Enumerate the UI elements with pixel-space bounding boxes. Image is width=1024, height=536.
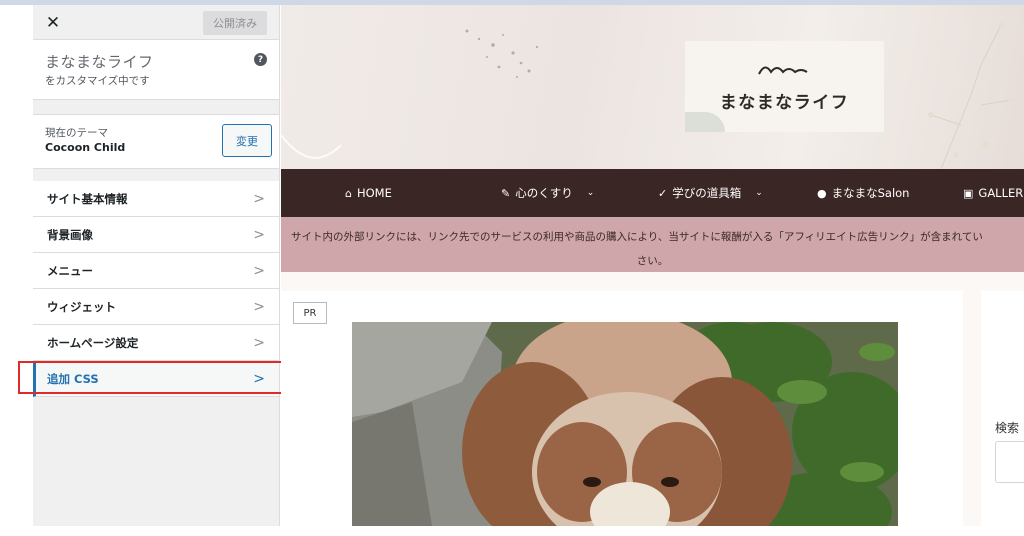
chevron-right-icon: > — [253, 262, 265, 279]
section-additional-css[interactable]: 追加 CSS > — [33, 361, 279, 397]
dog-photo — [352, 322, 898, 526]
left-margin — [0, 5, 33, 536]
nav-item-manabi[interactable]: ✓ 学びの道具箱 ⌄ — [658, 169, 763, 217]
home-icon: ⌂ — [345, 186, 352, 200]
theme-name: Cocoon Child — [45, 141, 126, 154]
section-label: サイト基本情報 — [47, 191, 128, 206]
chevron-down-icon: ⌄ — [586, 188, 595, 198]
panel-spacer — [33, 169, 279, 181]
sidebar: 検索 — [981, 291, 1024, 526]
search-input[interactable] — [995, 441, 1024, 483]
site-header: まなまなライフ — [281, 5, 1024, 169]
section-label: ホームページ設定 — [47, 335, 139, 350]
nav-label: 学びの道具箱 — [672, 186, 742, 200]
section-label: 背景画像 — [47, 227, 93, 242]
logo-decoration — [685, 112, 725, 132]
section-menus[interactable]: メニュー > — [33, 253, 279, 289]
pr-badge: PR — [293, 302, 327, 324]
magic-wand-icon: ✎ — [501, 186, 511, 200]
section-label: メニュー — [47, 263, 93, 278]
bottom-margin — [33, 526, 1024, 536]
image-icon: ▣ — [963, 186, 974, 200]
chevron-down-icon: ⌄ — [755, 188, 763, 198]
nav-label: HOME — [356, 186, 392, 200]
global-nav: ⌂ HOME ✎ 心のくすり ⌄ ✓ 学びの道具箱 ⌄ ● まなまなSalon … — [281, 169, 1024, 217]
nav-item-home[interactable]: ⌂ HOME — [345, 169, 392, 217]
nav-label: GALLER — [978, 186, 1024, 200]
section-background-image[interactable]: 背景画像 > — [33, 217, 279, 253]
site-title: まなまなライフ — [45, 53, 154, 71]
notice-text: サイト内の外部リンクには、リンク先でのサービスの利用や商品の購入により、当サイト… — [291, 231, 983, 243]
users-icon: ● — [817, 186, 827, 200]
search-widget-title: 検索 — [995, 421, 1020, 435]
customizing-text: をカスタマイズ中です — [45, 75, 150, 87]
chevron-right-icon: > — [253, 298, 265, 315]
section-label: 追加 CSS — [47, 371, 99, 386]
header-decoration — [281, 22, 1014, 169]
panel-spacer — [33, 100, 279, 114]
logo-mountain-icon — [757, 66, 808, 75]
theme-label: 現在のテーマ — [45, 127, 108, 139]
notice-text-continued: さい。 — [636, 255, 669, 267]
post-card: PR — [281, 291, 963, 526]
section-widgets[interactable]: ウィジェット > — [33, 289, 279, 325]
chevron-right-icon: > — [253, 370, 265, 387]
chevron-right-icon: > — [253, 190, 265, 207]
affiliate-notice: サイト内の外部リンクには、リンク先でのサービスの利用や商品の購入により、当サイト… — [281, 217, 1024, 272]
panel-header: ✕ 公開済み — [33, 5, 279, 40]
nav-item-gallery[interactable]: ▣ GALLER — [963, 169, 1023, 217]
nav-label: 心のくすり — [515, 186, 573, 200]
section-site-identity[interactable]: サイト基本情報 > — [33, 181, 279, 217]
logo-text: まなまなライフ — [719, 93, 850, 113]
customizer-panel: ✕ 公開済み まなまなライフ をカスタマイズ中です ? 現在のテーマ Cocoo… — [33, 5, 280, 526]
nav-label: まなまなSalon — [831, 186, 910, 200]
chevron-right-icon: > — [253, 334, 265, 351]
nav-item-kokoro[interactable]: ✎ 心のくすり ⌄ — [501, 169, 594, 217]
wrench-icon: ✓ — [658, 186, 668, 200]
site-logo[interactable]: まなまなライフ — [685, 41, 884, 132]
site-preview: まなまなライフ ⌂ HOME ✎ 心のくすり ⌄ ✓ 学びの道具箱 ⌄ ● まな… — [281, 5, 1024, 526]
panel-info: まなまなライフ をカスタマイズ中です ? — [33, 40, 279, 100]
chevron-right-icon: > — [253, 226, 265, 243]
section-homepage-settings[interactable]: ホームページ設定 > — [33, 325, 279, 361]
section-label: ウィジェット — [47, 299, 116, 314]
featured-image[interactable] — [352, 322, 898, 526]
nav-item-salon[interactable]: ● まなまなSalon — [817, 169, 909, 217]
help-icon[interactable]: ? — [254, 53, 267, 66]
close-icon[interactable]: ✕ — [33, 5, 73, 40]
change-theme-button[interactable]: 変更 — [222, 124, 272, 157]
theme-section: 現在のテーマ Cocoon Child 変更 — [33, 114, 279, 169]
publish-button[interactable]: 公開済み — [203, 11, 267, 35]
